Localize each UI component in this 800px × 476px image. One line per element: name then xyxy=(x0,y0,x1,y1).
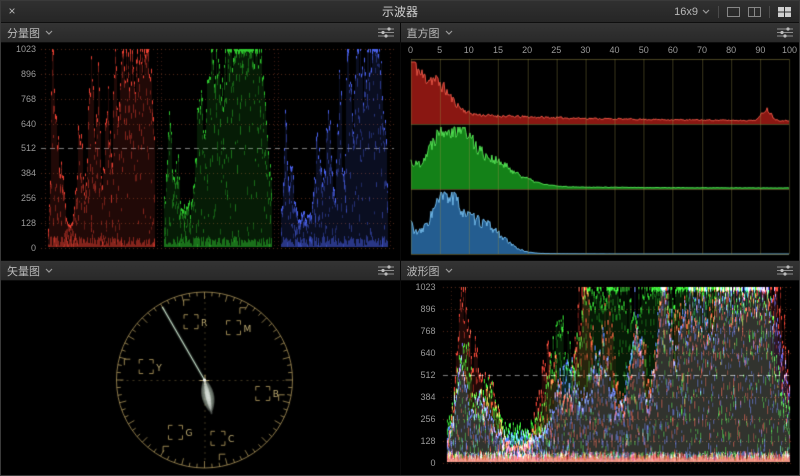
scope-settings-icon[interactable] xyxy=(378,265,394,276)
layout-grid-icon[interactable] xyxy=(778,7,791,17)
layout-dual-icon[interactable] xyxy=(748,7,761,17)
panel-parade: 分量图 10238967686405123842561280 xyxy=(1,23,400,260)
panel-vectorscope: 矢量图 xyxy=(1,261,400,475)
parade-header: 分量图 xyxy=(1,23,400,43)
titlebar: × 示波器 16x9 xyxy=(1,1,799,23)
vectorscope-header: 矢量图 xyxy=(1,261,400,281)
vectorscope-title: 矢量图 xyxy=(7,263,40,279)
divider xyxy=(769,6,770,18)
histogram-scope: 051015202530405060708090100 xyxy=(401,43,800,260)
panel-waveform: 波形图 10238967686405123842561280 xyxy=(401,261,800,475)
waveform-header: 波形图 xyxy=(401,261,800,281)
histogram-title: 直方图 xyxy=(407,25,440,41)
divider xyxy=(718,6,719,18)
parade-canvas xyxy=(1,43,400,260)
scope-settings-icon[interactable] xyxy=(378,27,394,38)
parade-scope: 10238967686405123842561280 xyxy=(1,43,400,260)
waveform-title: 波形图 xyxy=(407,263,440,279)
vectorscope-scope xyxy=(1,281,400,475)
histogram-scope-menu[interactable]: 直方图 xyxy=(407,25,453,41)
scopes-window: × 示波器 16x9 分量图 xyxy=(0,0,800,476)
parade-title: 分量图 xyxy=(7,25,40,41)
chevron-down-icon xyxy=(445,268,453,273)
chevron-down-icon xyxy=(445,30,453,35)
vectorscope-canvas xyxy=(1,281,400,475)
chevron-down-icon xyxy=(45,30,53,35)
scope-settings-icon[interactable] xyxy=(777,265,793,276)
waveform-scope-menu[interactable]: 波形图 xyxy=(407,263,453,279)
vectorscope-scope-menu[interactable]: 矢量图 xyxy=(7,263,53,279)
chevron-down-icon xyxy=(45,268,53,273)
waveform-scope: 10238967686405123842561280 xyxy=(401,281,800,475)
scopes-grid: 分量图 10238967686405123842561280 直方图 xyxy=(1,23,799,475)
aspect-ratio-label: 16x9 xyxy=(674,6,698,18)
histogram-header: 直方图 xyxy=(401,23,800,43)
panel-histogram: 直方图 051015202530405060708090100 xyxy=(401,23,800,260)
aspect-ratio-dropdown[interactable]: 16x9 xyxy=(674,6,710,18)
chevron-down-icon xyxy=(702,9,710,14)
scope-settings-icon[interactable] xyxy=(777,27,793,38)
parade-scope-menu[interactable]: 分量图 xyxy=(7,25,53,41)
waveform-canvas xyxy=(401,281,800,475)
titlebar-controls: 16x9 xyxy=(674,6,799,18)
histogram-canvas xyxy=(401,43,800,260)
close-icon[interactable]: × xyxy=(1,1,23,22)
layout-single-icon[interactable] xyxy=(727,7,740,17)
